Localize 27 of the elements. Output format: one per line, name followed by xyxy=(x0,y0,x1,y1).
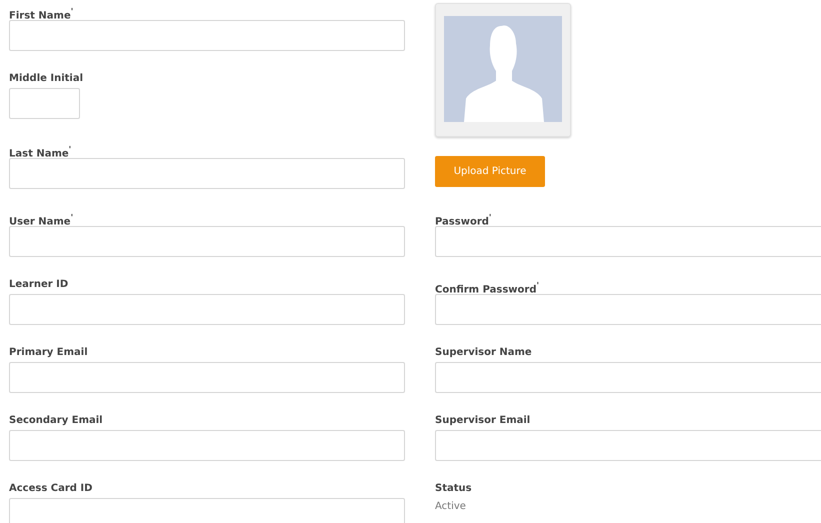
field-label: Learner ID xyxy=(9,278,68,292)
upload-picture-button[interactable]: Upload Picture xyxy=(435,156,545,187)
field-label: Status xyxy=(435,482,472,496)
field-label: Supervisor Email xyxy=(435,414,530,428)
field-label: Access Card ID xyxy=(9,482,92,496)
input-field[interactable] xyxy=(9,20,405,51)
input-field[interactable] xyxy=(435,226,821,257)
input-field[interactable] xyxy=(9,88,80,119)
field-label: User Name$^{'}$ xyxy=(9,211,74,226)
field-label: Password$^{'}$ xyxy=(435,211,492,226)
field-label: Last Name$^{'}$ xyxy=(9,143,72,158)
field-label: Middle Initial xyxy=(9,72,84,86)
field-label: First Name$^{'}$ xyxy=(9,5,74,20)
input-field[interactable] xyxy=(9,430,405,461)
input-field[interactable] xyxy=(435,430,821,461)
input-field[interactable] xyxy=(9,294,405,325)
field-label: Confirm Password$^{'}$ xyxy=(435,279,540,294)
input-field[interactable] xyxy=(9,226,405,257)
input-field[interactable] xyxy=(435,362,821,393)
input-field[interactable] xyxy=(435,294,821,325)
field-label: Supervisor Name xyxy=(435,346,532,360)
input-field[interactable] xyxy=(9,498,405,523)
input-field[interactable] xyxy=(9,158,405,189)
field-label: Primary Email xyxy=(9,346,88,360)
field-label: Secondary Email xyxy=(9,414,103,428)
input-field[interactable] xyxy=(9,362,405,393)
field-value: Active xyxy=(435,501,466,512)
